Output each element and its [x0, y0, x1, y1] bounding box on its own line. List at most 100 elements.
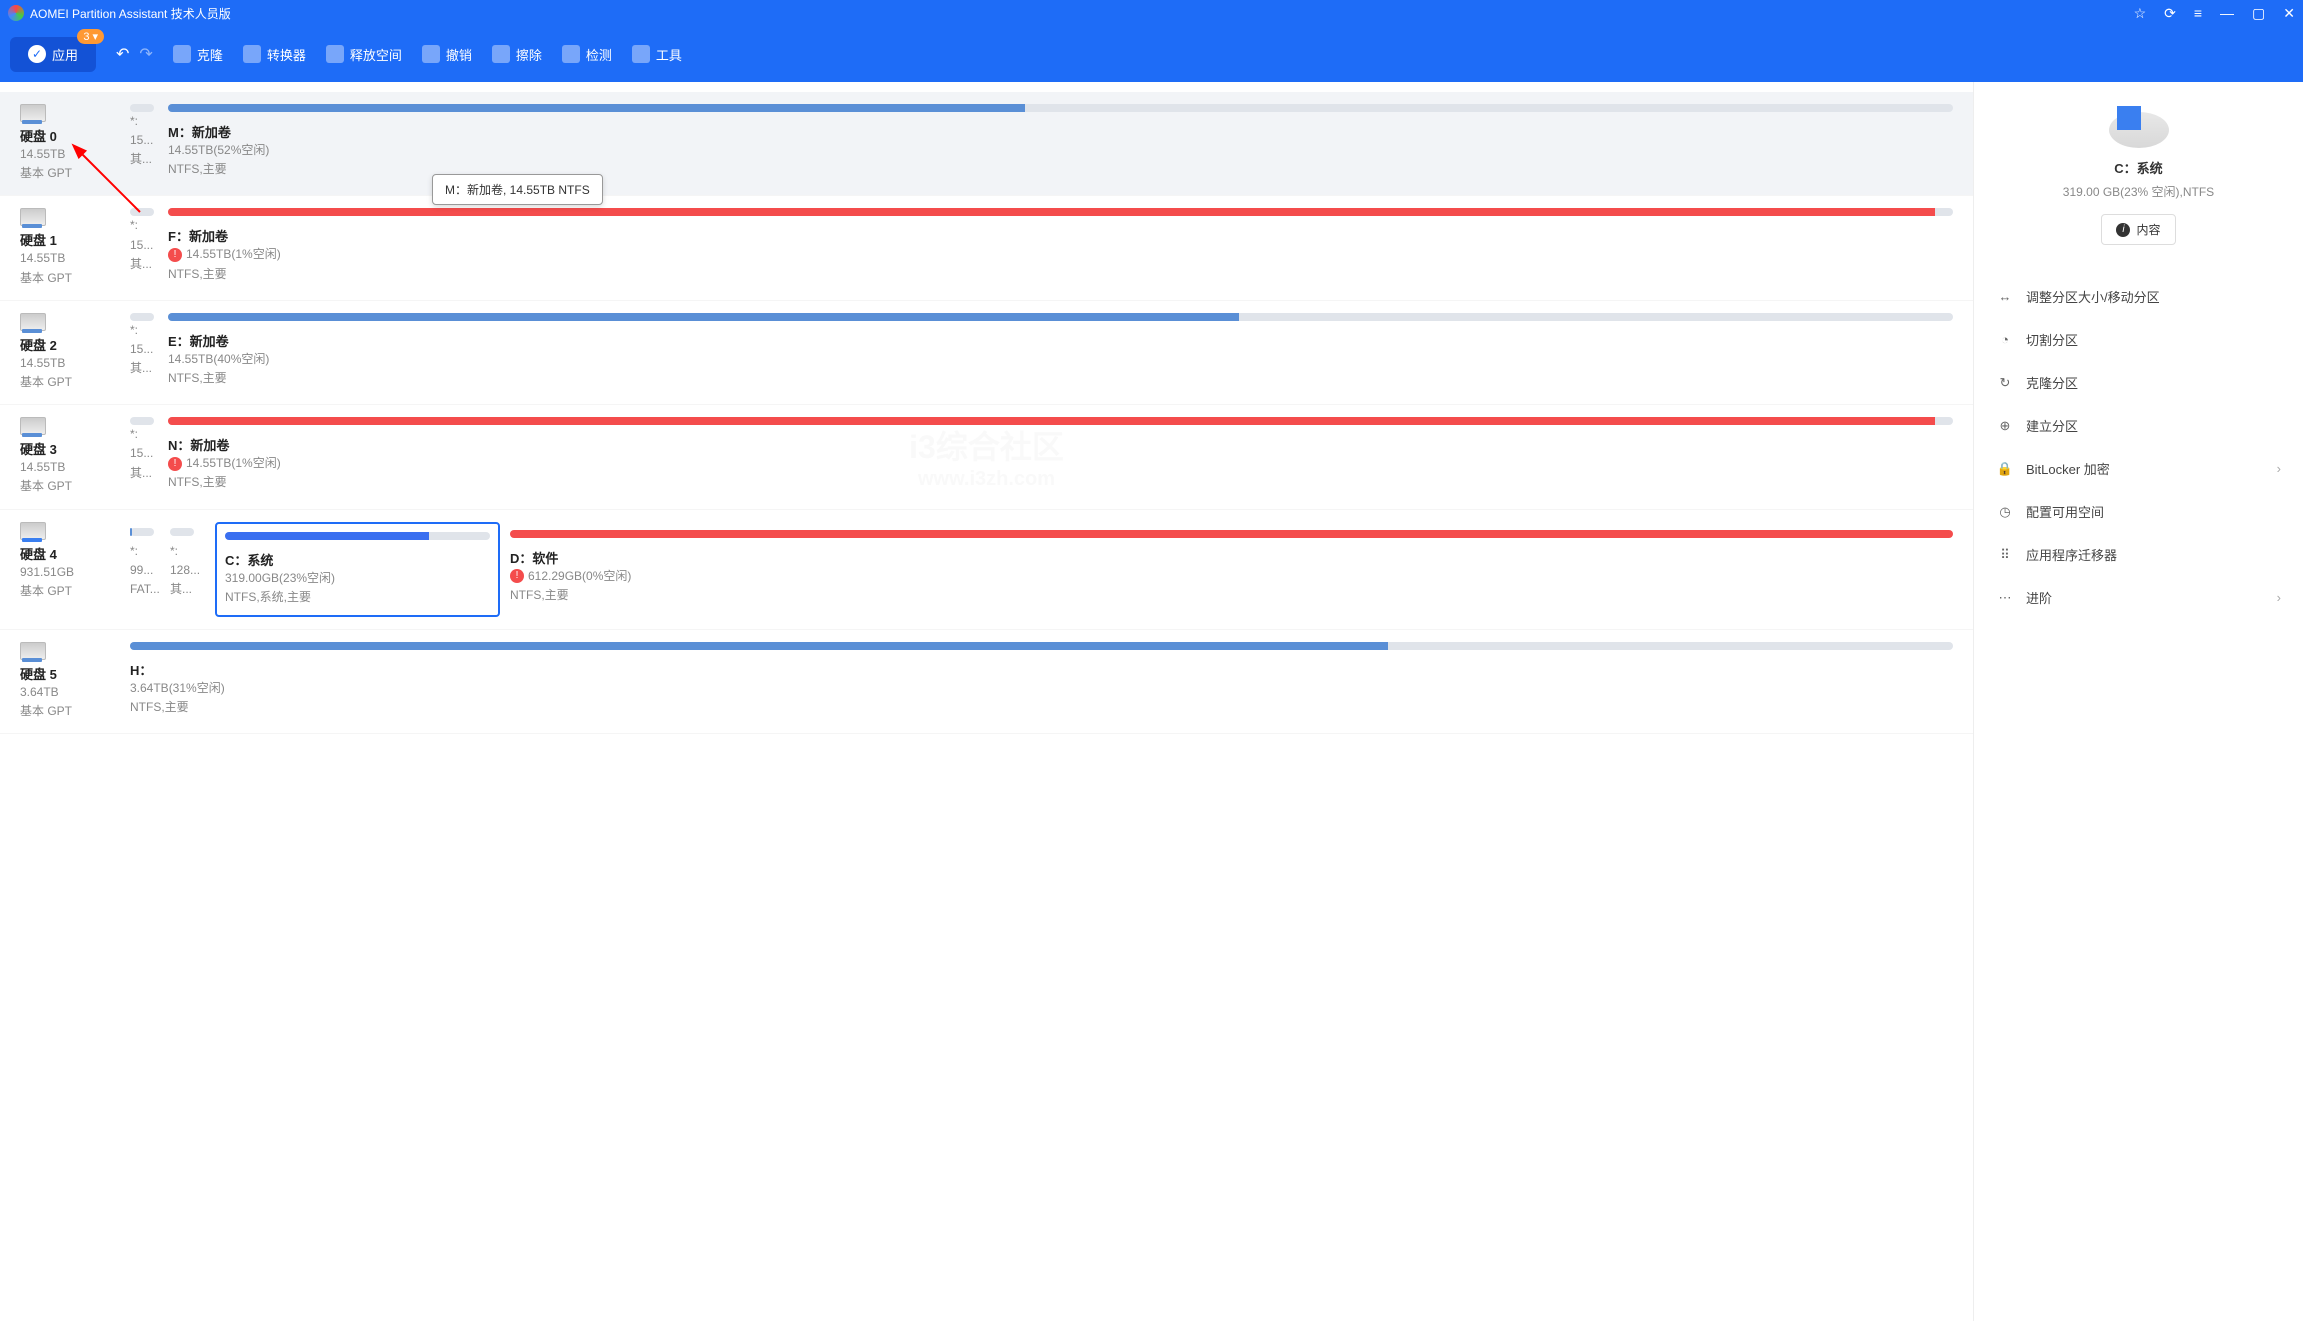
toolbar-convert[interactable]: 转换器	[243, 45, 306, 64]
hdd-icon	[20, 208, 46, 226]
toolbar-check[interactable]: 检测	[562, 45, 612, 64]
info-icon: i	[2116, 223, 2130, 237]
menu-item-4[interactable]: 🔒 BitLocker 加密 ›	[1974, 447, 2303, 490]
toolbar-tools[interactable]: 工具	[632, 45, 682, 64]
close-icon[interactable]: ✕	[2283, 5, 2295, 22]
disk-name: 硬盘 2	[20, 335, 120, 354]
disk-name: 硬盘 1	[20, 230, 120, 249]
disk-row-0[interactable]: 硬盘 0 14.55TB 基本 GPT *: 15... 其... M：新加卷 …	[0, 92, 1973, 196]
disk-size: 14.55TB	[20, 145, 120, 164]
disk-row-4[interactable]: 硬盘 4 931.51GB 基本 GPT *: 99... FAT... *:	[0, 510, 1973, 630]
disk-size: 14.55TB	[20, 458, 120, 477]
reserved-bar[interactable]	[130, 313, 154, 321]
maximize-icon[interactable]: ▢	[2252, 5, 2265, 22]
sidebar-title: C：系统	[1994, 158, 2283, 177]
wipe-icon	[492, 45, 510, 63]
disk-type: 基本 GPT	[20, 477, 120, 496]
menu-label: 进阶	[2026, 588, 2052, 607]
menu-item-1[interactable]: ◔切割分区	[1974, 318, 2303, 361]
window-controls: ☆ ⟳ ≡ — ▢ ✕	[2134, 5, 2295, 22]
partition-tooltip: M：新加卷, 14.55TB NTFS	[432, 174, 603, 205]
toolbar-wipe[interactable]: 擦除	[492, 45, 542, 64]
refresh-icon[interactable]: ⟳	[2164, 5, 2176, 22]
reserved-bar2[interactable]	[170, 528, 194, 536]
menu-label: 克隆分区	[2026, 373, 2078, 392]
menu-icon: ↔	[1996, 288, 2014, 306]
menu-item-6[interactable]: ⠿ 应用程序迁移器	[1974, 533, 2303, 576]
undo-icon[interactable]: ↶	[116, 44, 129, 64]
menu-label: 配置可用空间	[2026, 502, 2104, 521]
disk-row-2[interactable]: 硬盘 2 14.55TB 基本 GPT *: 15... 其... E：新加卷 …	[0, 301, 1973, 405]
reserved-bar[interactable]	[130, 528, 154, 536]
disk-type: 基本 GPT	[20, 373, 120, 392]
menu-item-3[interactable]: ⊕建立分区	[1974, 404, 2303, 447]
toolbar-freespace[interactable]: 释放空间	[326, 45, 402, 64]
partition-bar[interactable]	[130, 642, 1953, 650]
menu-icon: ⋯	[1996, 589, 2014, 607]
disk-size: 14.55TB	[20, 354, 120, 373]
toolbar-undo[interactable]: 撤销	[422, 45, 472, 64]
menu-label: 应用程序迁移器	[2026, 545, 2117, 564]
redo-icon[interactable]: ↷	[139, 44, 152, 64]
reserved-bar[interactable]	[130, 417, 154, 425]
disk-type: 基本 GPT	[20, 702, 120, 721]
toolbar-clone[interactable]: 克隆	[173, 45, 223, 64]
menu-icon[interactable]: ≡	[2194, 5, 2202, 21]
partition-label: F：新加卷	[168, 226, 1953, 245]
menu-icon: 🔒	[1996, 460, 2014, 478]
check-icon: ✓	[28, 45, 46, 63]
menu-icon: ⠿	[1996, 546, 2014, 564]
menu-item-0[interactable]: ↔ 调整分区大小/移动分区	[1974, 275, 2303, 318]
reserved-bar[interactable]	[130, 104, 154, 112]
partition-sub: !14.55TB(1%空闲)	[168, 245, 1953, 264]
sidebar-subtitle: 319.00 GB(23% 空闲),NTFS	[1994, 183, 2283, 200]
partition-fs: NTFS,主要	[168, 265, 1953, 284]
check2-icon	[562, 45, 580, 63]
partition-c-selected[interactable]: C：系统 319.00GB(23%空闲) NTFS,系统,主要	[215, 522, 500, 617]
hdd-icon	[20, 417, 46, 435]
disk-name: 硬盘 4	[20, 544, 120, 563]
warn-icon: !	[168, 248, 182, 262]
toolbar: ✓ 应用 3 ▾ ↶ ↷ 克隆 转换器 释放空间 撤销 擦除 检测 工具	[0, 26, 2303, 82]
partition-sub: 14.55TB(52%空闲)	[168, 141, 1953, 160]
partition-d[interactable]: D：软件 !612.29GB(0%空闲) NTFS,主要	[510, 522, 1953, 613]
undo-redo-group: ↶ ↷	[116, 44, 153, 64]
content-button[interactable]: i内容	[2101, 214, 2175, 245]
disk-type: 基本 GPT	[20, 582, 120, 601]
partition-bar[interactable]	[168, 208, 1953, 216]
menu-item-2[interactable]: ↻克隆分区	[1974, 361, 2303, 404]
partition-bar[interactable]	[168, 313, 1953, 321]
menu-item-5[interactable]: ◷配置可用空间	[1974, 490, 2303, 533]
apply-label: 应用	[52, 45, 78, 64]
app-title: AOMEI Partition Assistant 技术人员版	[30, 5, 2134, 22]
partition-fs: NTFS,主要	[168, 369, 1953, 388]
partition-sub: 14.55TB(40%空闲)	[168, 350, 1953, 369]
menu-item-7[interactable]: ⋯进阶›	[1974, 576, 2303, 619]
disk-name: 硬盘 5	[20, 664, 120, 683]
disk-size: 3.64TB	[20, 683, 120, 702]
disk-illustration	[2109, 112, 2169, 148]
undo2-icon	[422, 45, 440, 63]
menu-label: 调整分区大小/移动分区	[2026, 287, 2160, 306]
disk-row-5[interactable]: 硬盘 5 3.64TB 基本 GPT H： 3.64TB(31%空闲) NTFS…	[0, 630, 1973, 734]
apply-button[interactable]: ✓ 应用 3 ▾	[10, 37, 96, 72]
minimize-icon[interactable]: —	[2220, 5, 2234, 21]
disk-type: 基本 GPT	[20, 164, 120, 183]
warn-icon: !	[510, 569, 524, 583]
chevron-right-icon: ›	[2277, 461, 2281, 476]
freespace-icon	[326, 45, 344, 63]
star-icon[interactable]: ☆	[2134, 5, 2147, 22]
disk-name: 硬盘 3	[20, 439, 120, 458]
reserved-bar[interactable]	[130, 208, 154, 216]
disk-size: 14.55TB	[20, 249, 120, 268]
partition-bar[interactable]	[168, 104, 1953, 112]
disk-name: 硬盘 0	[20, 126, 120, 145]
partition-bar[interactable]	[168, 417, 1953, 425]
disk-row-1[interactable]: 硬盘 1 14.55TB 基本 GPT *: 15... 其... F：新加卷 …	[0, 196, 1973, 300]
disk-row-3[interactable]: 硬盘 3 14.55TB 基本 GPT *: 15... 其... N：新加卷 …	[0, 405, 1973, 509]
menu-label: BitLocker 加密	[2026, 459, 2110, 478]
disk-list: M：新加卷, 14.55TB NTFS i3综合社区www.i3zh.com 硬…	[0, 82, 1973, 1321]
clone-icon	[173, 45, 191, 63]
menu-label: 建立分区	[2026, 416, 2078, 435]
warn-icon: !	[168, 457, 182, 471]
